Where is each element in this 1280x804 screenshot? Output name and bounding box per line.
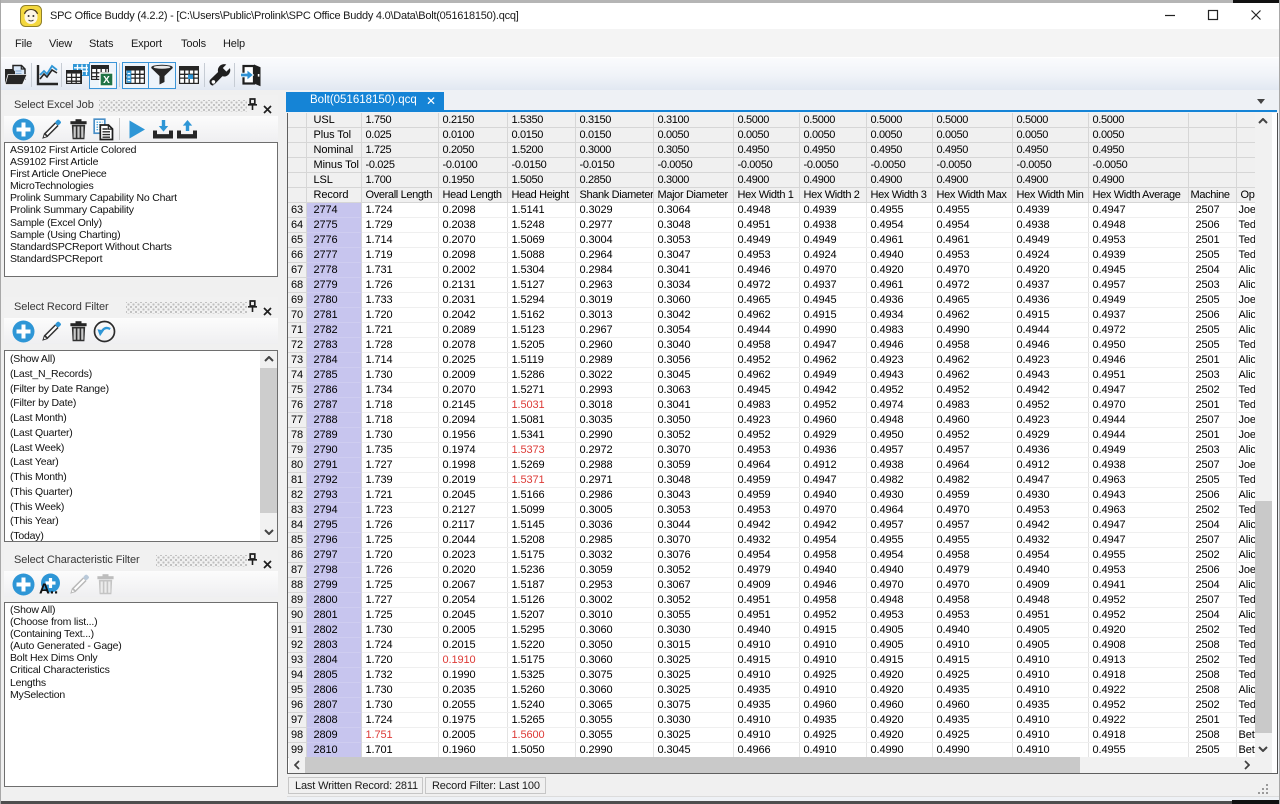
svg-text:A..: A.. (39, 581, 58, 597)
svg-text:X: X (103, 75, 110, 86)
